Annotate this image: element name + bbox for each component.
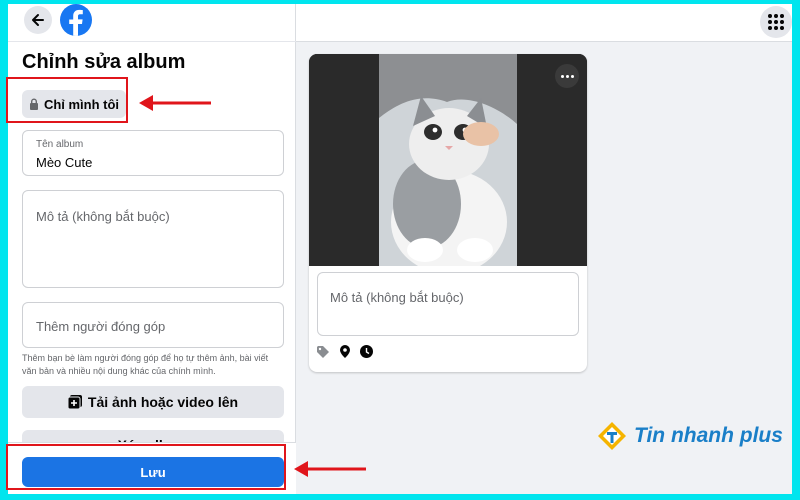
privacy-arrow-icon — [139, 95, 211, 111]
facebook-logo-icon[interactable] — [60, 4, 92, 36]
tag-icon[interactable] — [317, 345, 330, 358]
location-pin-icon[interactable] — [340, 345, 350, 358]
privacy-button[interactable]: Chỉ mình tôi — [22, 90, 126, 118]
back-button[interactable] — [24, 6, 52, 34]
album-description-field[interactable]: Mô tả (không bắt buộc) — [22, 190, 284, 288]
edit-album-panel: Chỉnh sửa album Chỉ mình tôi Tên album M… — [8, 4, 296, 494]
album-name-field[interactable]: Tên album Mèo Cute — [22, 130, 284, 176]
right-top-bar — [296, 4, 792, 42]
save-arrow-icon — [294, 461, 366, 477]
album-description-placeholder: Mô tả (không bắt buộc) — [36, 209, 170, 224]
watermark-text: Tin nhanh plus — [634, 424, 783, 447]
add-photo-icon — [67, 395, 82, 409]
photo-actions — [317, 345, 373, 358]
panel-footer: Lưu — [8, 442, 296, 494]
panel-top-bar — [8, 4, 296, 42]
photo-description-field[interactable]: Mô tả (không bắt buộc) — [317, 272, 579, 336]
album-name-label: Tên album — [36, 139, 84, 150]
album-name-value: Mèo Cute — [36, 155, 93, 170]
lock-icon — [29, 98, 38, 110]
add-contributors-field[interactable]: Thêm người đóng góp — [22, 302, 284, 348]
add-contributors-placeholder: Thêm người đóng góp — [36, 319, 166, 334]
upload-media-label: Tải ảnh hoặc video lên — [87, 394, 239, 410]
app-frame: Chỉnh sửa album Chỉ mình tôi Tên album M… — [8, 4, 792, 494]
back-arrow-icon — [32, 14, 44, 26]
watermark: Tin nhanh plus — [596, 420, 783, 452]
save-button[interactable]: Lưu — [22, 457, 284, 487]
apps-menu-icon[interactable] — [760, 6, 792, 38]
photo-card: Mô tả (không bắt buộc) — [309, 54, 587, 372]
privacy-label: Chỉ mình tôi — [43, 96, 120, 112]
upload-media-button[interactable]: Tải ảnh hoặc video lên — [22, 386, 284, 418]
clock-icon[interactable] — [360, 345, 373, 358]
photo-more-options-icon[interactable] — [555, 64, 579, 88]
photo-description-placeholder: Mô tả (không bắt buộc) — [330, 290, 464, 305]
page-title: Chỉnh sửa album — [22, 51, 186, 73]
contributors-helper-text: Thêm bạn bè làm người đóng góp để họ tự … — [22, 353, 269, 376]
cat-photo[interactable] — [309, 54, 587, 266]
watermark-logo-icon — [598, 422, 626, 450]
